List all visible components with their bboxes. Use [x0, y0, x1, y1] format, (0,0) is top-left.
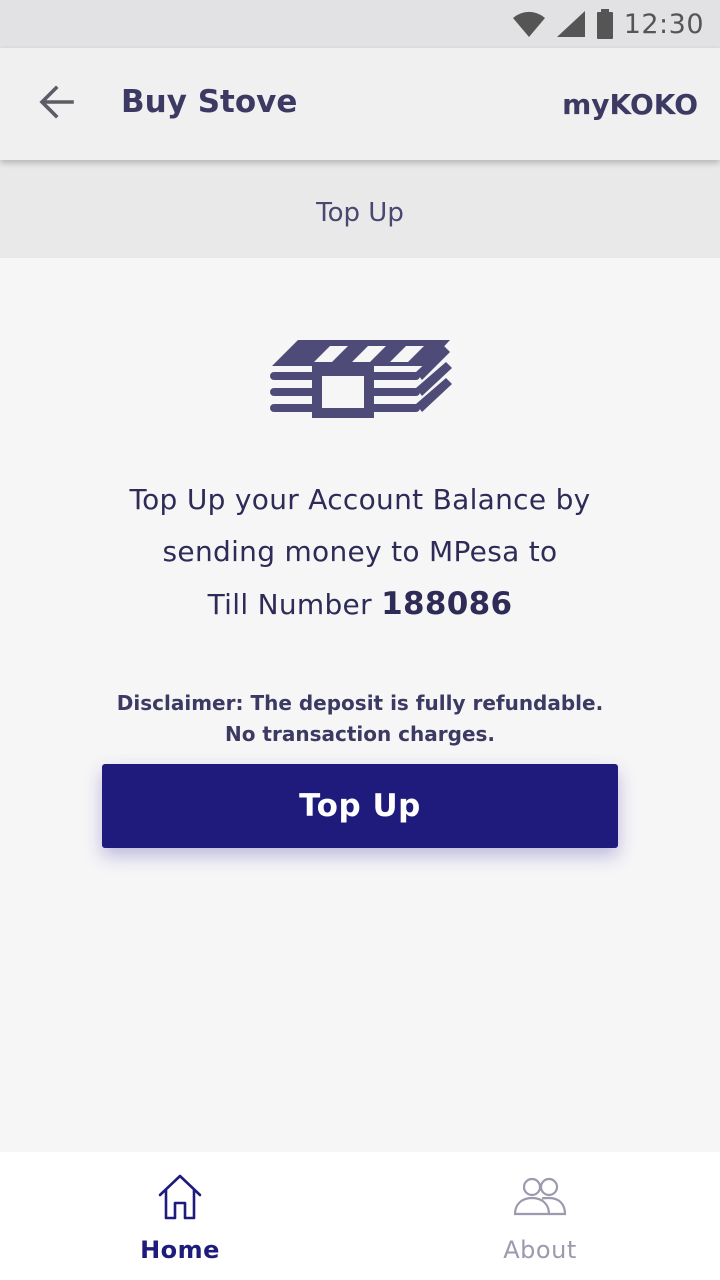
- home-icon: [152, 1172, 208, 1222]
- status-bar: 12:30: [0, 0, 720, 48]
- nav-item-about[interactable]: About: [360, 1152, 720, 1280]
- nav-label-home: Home: [140, 1236, 220, 1264]
- till-number: 188086: [381, 586, 513, 622]
- signal-icon: [556, 10, 586, 38]
- back-button[interactable]: [28, 78, 84, 130]
- disclaimer-line-1: Disclaimer: The deposit is fully refunda…: [116, 691, 604, 715]
- battery-icon: [596, 9, 614, 39]
- top-up-button[interactable]: Top Up: [102, 764, 618, 848]
- arrow-left-icon: [38, 84, 74, 124]
- topup-instructions: Top Up your Account Balance by sending m…: [60, 474, 660, 631]
- money-stack-icon: [268, 336, 452, 422]
- till-label: Till Number: [207, 588, 372, 621]
- app-bar: Buy Stove myKOKO: [0, 48, 720, 160]
- disclaimer: Disclaimer: The deposit is fully refunda…: [60, 688, 660, 750]
- instruction-line-1: Top Up your Account Balance by: [129, 483, 591, 516]
- bottom-nav: Home About: [0, 1152, 720, 1280]
- instruction-line-2: sending money to MPesa to: [162, 535, 558, 568]
- people-icon: [512, 1172, 568, 1222]
- status-time: 12:30: [623, 8, 704, 40]
- section-title: Top Up: [316, 198, 404, 228]
- page-title: Buy Stove: [121, 84, 298, 120]
- wifi-icon: [512, 10, 546, 38]
- disclaimer-line-2: No transaction charges.: [224, 722, 496, 746]
- brand-logo-text: myKOKO: [562, 88, 698, 121]
- nav-label-about: About: [503, 1236, 577, 1264]
- section-header: Top Up: [0, 160, 720, 258]
- nav-item-home[interactable]: Home: [0, 1152, 360, 1280]
- till-number-line: Till Number 188086: [60, 578, 660, 631]
